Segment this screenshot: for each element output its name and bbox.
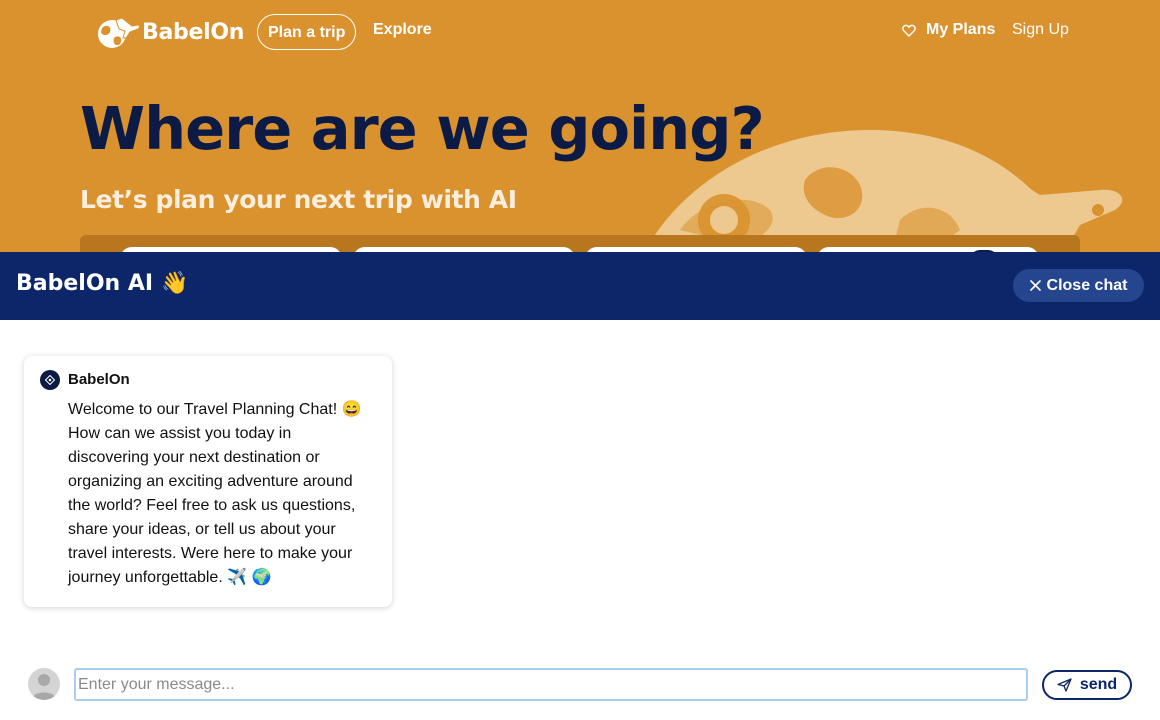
close-chat-label: Close chat: [1046, 276, 1128, 294]
user-avatar-icon: [28, 668, 60, 700]
close-chat-button[interactable]: Close chat: [1013, 269, 1144, 302]
send-label: send: [1079, 676, 1118, 693]
brand-logo[interactable]: BabelOn: [92, 14, 244, 50]
heart-icon: [902, 24, 916, 37]
top-nav: BabelOn Plan a trip Explore My Plans Sig…: [0, 0, 1160, 62]
hero-section: BabelOn Plan a trip Explore My Plans Sig…: [0, 0, 1160, 252]
chat-header: BabelOn AI 👋 Close chat: [0, 252, 1160, 320]
hero-title: Where are we going?: [80, 94, 765, 163]
send-icon: [1057, 678, 1072, 692]
message-text: Welcome to our Travel Planning Chat! 😄 H…: [68, 401, 362, 586]
bot-message: BabelOn Welcome to our Travel Planning C…: [24, 356, 392, 607]
explore-link[interactable]: Explore: [373, 21, 432, 39]
wave-emoji: 👋: [161, 271, 189, 296]
message-sender: BabelOn: [68, 371, 130, 388]
message-input[interactable]: [74, 668, 1028, 701]
send-button[interactable]: send: [1042, 670, 1132, 700]
hero-subtitle: Let’s plan your next trip with AI: [80, 185, 517, 214]
sign-up-link[interactable]: Sign Up: [1012, 21, 1069, 39]
brand-name: BabelOn: [142, 19, 245, 45]
chat-title-text: BabelOn AI: [16, 271, 154, 296]
my-plans-label: My Plans: [926, 21, 996, 38]
globe-plane-icon: [98, 17, 140, 48]
bot-avatar-icon: [40, 370, 60, 390]
plan-trip-button[interactable]: Plan a trip: [257, 14, 357, 50]
trip-search-bar: [80, 235, 1080, 252]
my-plans-link[interactable]: My Plans: [902, 21, 995, 39]
close-icon: [1029, 280, 1041, 291]
chat-body: BabelOn Welcome to our Travel Planning C…: [0, 320, 1160, 720]
chat-title: BabelOn AI 👋: [16, 271, 188, 296]
